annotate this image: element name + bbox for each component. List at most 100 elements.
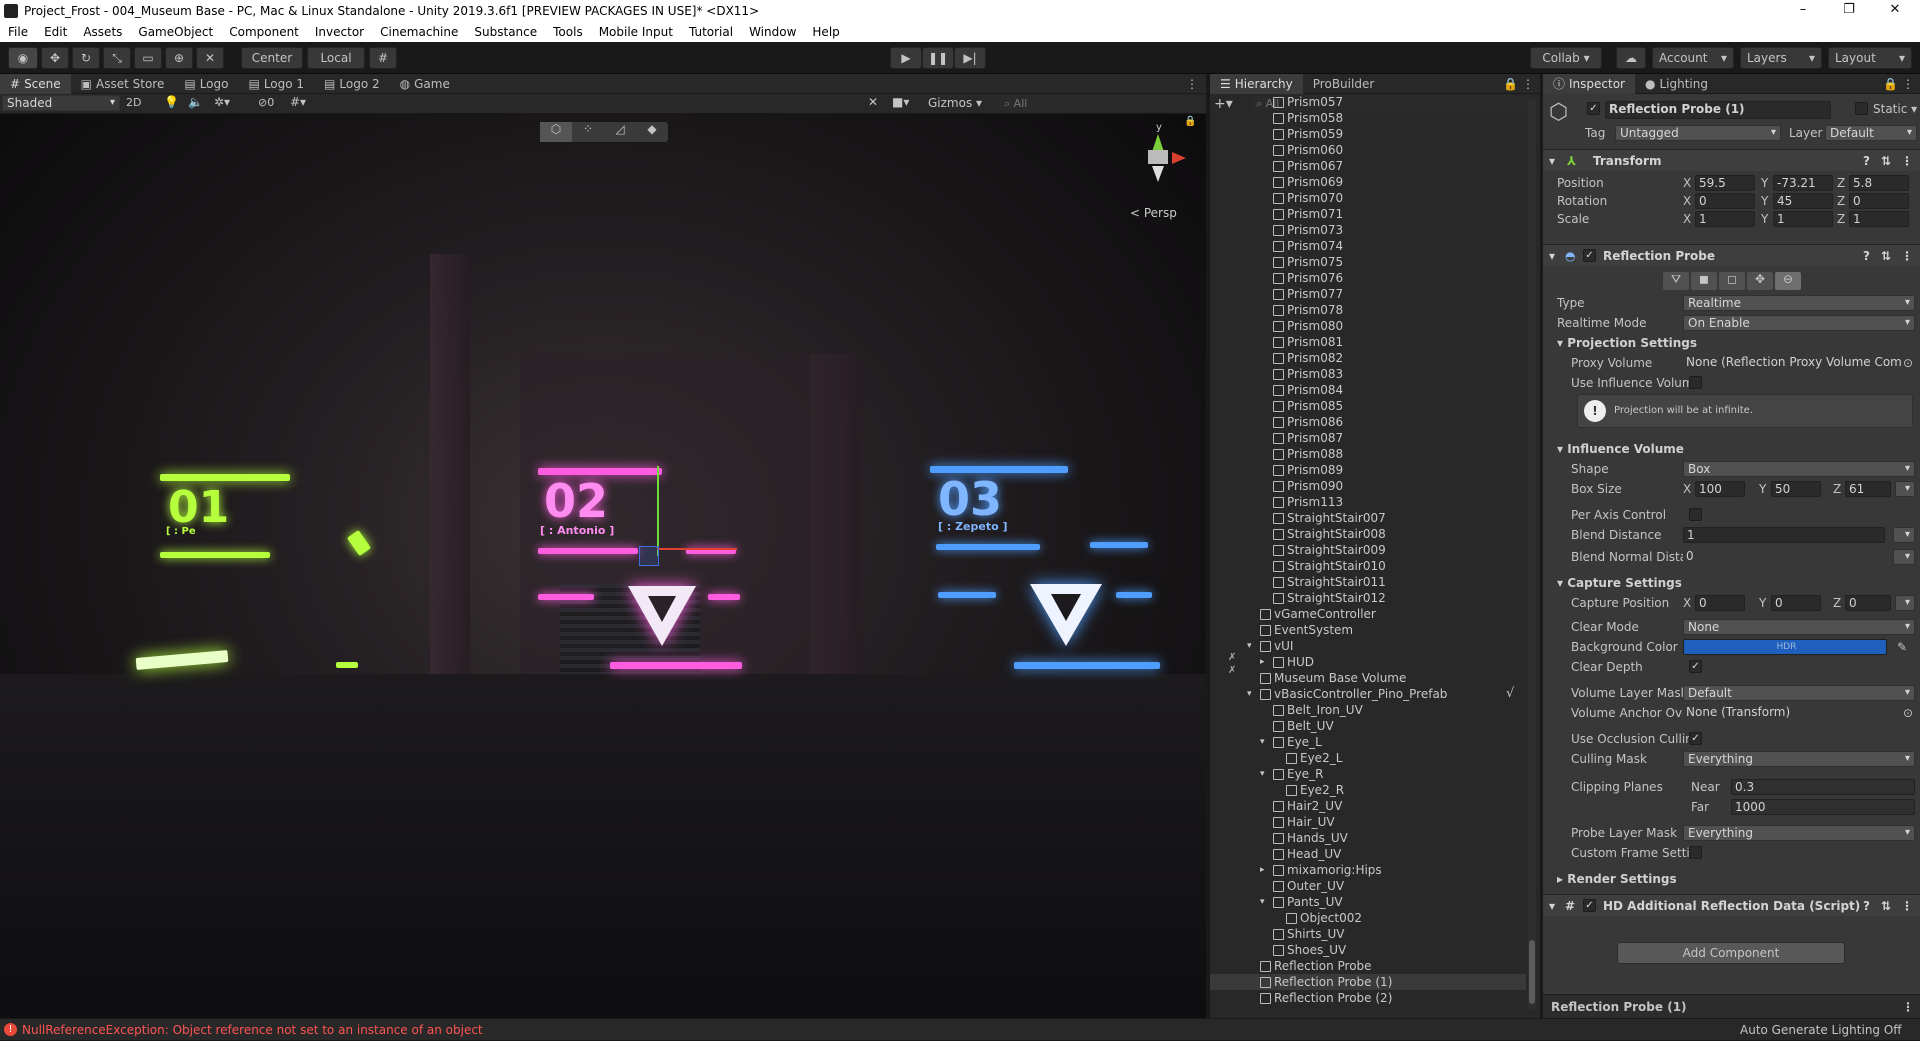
more-menu-icon[interactable]: ⋮ — [1522, 77, 1540, 91]
audio-toggle-icon[interactable]: 🔈 — [188, 95, 203, 109]
close-button[interactable]: ✕ — [1872, 0, 1918, 22]
active-checkbox[interactable]: ✓ — [1587, 102, 1600, 115]
layer-dropdown[interactable]: Default — [1825, 125, 1917, 141]
hierarchy-item[interactable]: Prism069 — [1210, 174, 1526, 190]
far-field[interactable]: 1000 — [1731, 799, 1915, 815]
pause-button[interactable]: ❚❚ — [922, 47, 954, 69]
hierarchy-item[interactable]: Shirts_UV — [1210, 926, 1526, 942]
help-icon[interactable]: ? — [1863, 245, 1870, 267]
grid-toggle-icon[interactable]: #▾ — [290, 95, 306, 109]
hierarchy-item[interactable]: Hair_UV — [1210, 814, 1526, 830]
influence-volume-header[interactable]: ▾ Influence Volume — [1557, 440, 1684, 458]
hierarchy-item[interactable]: Prism089 — [1210, 462, 1526, 478]
foldout-arrow-icon[interactable]: ▾ — [1260, 894, 1270, 910]
hierarchy-item[interactable]: Prism083 — [1210, 366, 1526, 382]
hierarchy-item[interactable]: Prism088 — [1210, 446, 1526, 462]
menu-help[interactable]: Help — [804, 25, 847, 39]
component-menu-icon[interactable]: ⋮ — [1901, 150, 1913, 172]
component-enabled-checkbox[interactable]: ✓ — [1583, 249, 1596, 262]
transform-header[interactable]: ▾ ⅄ Transform ? ⇅ ⋮ — [1543, 149, 1920, 171]
hierarchy-item[interactable]: Prism071 — [1210, 206, 1526, 222]
menu-assets[interactable]: Assets — [75, 25, 130, 39]
static-checkbox[interactable] — [1855, 102, 1868, 115]
static-dropdown[interactable]: Static ▾ — [1873, 102, 1917, 116]
capture-z[interactable]: 0 — [1845, 595, 1891, 611]
box-size-edit-button[interactable] — [1895, 481, 1915, 497]
gizmo-plane-handle[interactable] — [639, 546, 659, 566]
camera-settings-icon[interactable]: ■▾ — [892, 95, 909, 109]
cloud-button[interactable]: ☁ — [1616, 47, 1646, 69]
scale-y-field[interactable]: 1 — [1773, 211, 1833, 227]
box-size-z[interactable]: 61 — [1845, 481, 1891, 497]
account-dropdown[interactable]: Account ▾ — [1652, 47, 1734, 69]
capture-x[interactable]: 0 — [1695, 595, 1745, 611]
component-menu-icon[interactable]: ⋮ — [1901, 895, 1913, 917]
projection-toggle[interactable]: < Persp — [1130, 206, 1177, 220]
object-mode-button[interactable]: ⬡ — [540, 122, 572, 142]
hierarchy-item[interactable]: Prism084 — [1210, 382, 1526, 398]
hierarchy-item[interactable]: Reflection Probe — [1210, 958, 1526, 974]
snap-button[interactable]: # — [369, 47, 397, 69]
foldout-arrow-icon[interactable]: ▾ — [1260, 766, 1270, 782]
component-menu-icon[interactable]: ⋮ — [1901, 245, 1913, 267]
volume-layer-mask-dropdown[interactable]: Default — [1683, 685, 1915, 701]
help-icon[interactable]: ? — [1863, 150, 1870, 172]
tab-probuilder[interactable]: ProBuilder — [1303, 74, 1384, 94]
blend-normal-edit-button[interactable] — [1893, 549, 1915, 565]
auto-lighting-status[interactable]: Auto Generate Lighting Off — [1740, 1019, 1902, 1041]
tab-asset-store[interactable]: ▣ Asset Store — [71, 74, 175, 94]
projection-settings-header[interactable]: ▾ Projection Settings — [1557, 334, 1697, 352]
scene-search-input[interactable]: ⌕ All — [998, 96, 1204, 111]
tab-logo[interactable]: ▤ Logo — [174, 74, 238, 94]
hierarchy-item[interactable]: Prism067 — [1210, 158, 1526, 174]
effects-toggle-icon[interactable]: ✲▾ — [214, 95, 230, 109]
hierarchy-item[interactable]: Prism077 — [1210, 286, 1526, 302]
influence-edit-button[interactable]: ⛛ — [1663, 272, 1689, 290]
minimize-button[interactable]: – — [1780, 0, 1826, 22]
more-menu-icon[interactable]: ⋮ — [1902, 995, 1914, 1019]
tab-lighting[interactable]: ● Lighting — [1635, 74, 1718, 94]
box-size-x[interactable]: 100 — [1695, 481, 1745, 497]
shape-dropdown[interactable]: Box — [1683, 461, 1915, 477]
type-dropdown[interactable]: Realtime — [1683, 295, 1915, 311]
more-menu-icon[interactable]: ⋮ — [1186, 77, 1206, 91]
hierarchy-item[interactable]: Prism078 — [1210, 302, 1526, 318]
menu-window[interactable]: Window — [741, 25, 804, 39]
hierarchy-item[interactable]: StraightStair008 — [1210, 526, 1526, 542]
pickability-icon[interactable]: ✗ — [1228, 665, 1236, 676]
position-x-field[interactable]: 59.5 — [1695, 175, 1755, 191]
normal-edit-button[interactable]: ◻ — [1719, 272, 1745, 290]
hidden-count[interactable]: ⊘0 — [258, 96, 274, 109]
background-color-swatch[interactable]: HDR — [1683, 639, 1887, 655]
hierarchy-item[interactable]: Reflection Probe (1) — [1210, 974, 1526, 990]
gizmos-dropdown[interactable]: Gizmos ▾ — [928, 96, 982, 110]
menu-tools[interactable]: Tools — [545, 25, 591, 39]
clear-depth-checkbox[interactable]: ✓ — [1689, 660, 1702, 673]
hierarchy-item[interactable]: StraightStair010 — [1210, 558, 1526, 574]
foldout-arrow-icon[interactable]: ▾ — [1260, 734, 1270, 750]
hierarchy-item[interactable]: Museum Base Volume — [1210, 670, 1526, 686]
gizmo-x-cone[interactable] — [1172, 152, 1186, 164]
tab-logo-2[interactable]: ▤ Logo 2 — [314, 74, 390, 94]
gizmo-center-cube[interactable] — [1148, 150, 1168, 164]
hierarchy-item[interactable]: Eye2_R — [1210, 782, 1526, 798]
hierarchy-item[interactable]: Prism076 — [1210, 270, 1526, 286]
blend-distance-field[interactable]: 1 — [1683, 527, 1885, 543]
object-picker-icon[interactable]: ⊙ — [1903, 354, 1913, 372]
hierarchy-item[interactable]: ▾ Eye_L — [1210, 734, 1526, 750]
capture-settings-header[interactable]: ▾ Capture Settings — [1557, 574, 1682, 592]
preset-icon[interactable]: ⇅ — [1881, 245, 1891, 267]
use-influence-checkbox[interactable] — [1689, 376, 1702, 389]
blend-normal-field[interactable]: 0 — [1683, 549, 1885, 565]
scale-x-field[interactable]: 1 — [1695, 211, 1755, 227]
scrollbar-thumb[interactable] — [1529, 940, 1535, 1004]
custom-tool-button[interactable]: ✕ — [196, 47, 224, 69]
hierarchy-item[interactable]: ▾ Eye_R — [1210, 766, 1526, 782]
scene-viewport[interactable]: 01 [ : Pe 02 [ : Antonio ] 03 [ : Zepeto… — [0, 114, 1206, 1018]
box-size-y[interactable]: 50 — [1771, 481, 1821, 497]
hierarchy-item[interactable]: Hands_UV — [1210, 830, 1526, 846]
clear-mode-dropdown[interactable]: None — [1683, 619, 1915, 635]
rotate-tool-button[interactable]: ↻ — [72, 47, 100, 69]
pivot-center-button[interactable]: Center — [241, 47, 303, 69]
foldout-arrow-icon[interactable]: ▸ — [1260, 654, 1270, 670]
